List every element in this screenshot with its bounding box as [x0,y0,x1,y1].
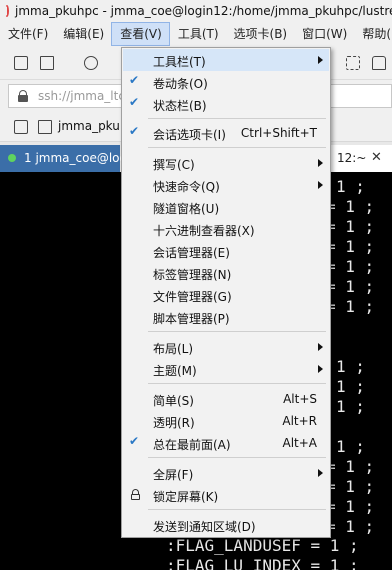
open-external-icon[interactable] [38,120,52,134]
menu-item-session-tabs[interactable]: ✔ 会话选项卡(I) Ctrl+Shift+T [123,122,329,144]
menu-item-script-manager[interactable]: 脚本管理器(P) [123,306,329,328]
submenu-arrow-icon [318,56,323,64]
checkmark-icon: ✔ [129,124,140,138]
terminal-line: = 1 ; [326,517,375,536]
tab-label: 1 jmma_coe@log [24,151,128,165]
address-value: ssh://jmma_ltc [38,89,125,103]
title-bar: jmma_pkuhpc - jmma_coe@login12:/home/jmm… [0,0,392,22]
menu-item-send-to-tray[interactable]: 发送到通知区域(D) [123,514,329,536]
menu-item-toolbar[interactable]: 工具栏(T) [123,49,329,71]
menu-item-hex-viewer[interactable]: 十六进制查看器(X) [123,218,329,240]
link-icon[interactable] [84,56,98,70]
terminal-line: :FLAG_LANDUSEF = 1 ; [166,536,359,555]
menu-item-tunnel-pane[interactable]: 隧道窗格(U) [123,196,329,218]
submenu-arrow-icon [318,365,323,373]
menu-item-session-manager[interactable]: 会话管理器(E) [123,240,329,262]
terminal-line: :FLAG_LU_INDEX = 1 ; [166,556,359,570]
menu-tabs[interactable]: 选项卡(B) [226,22,295,46]
terminal-line: 1 ; [336,177,365,196]
fullscreen-icon[interactable] [346,56,360,70]
window-title: jmma_pkuhpc - jmma_coe@login12:/home/jmm… [15,4,392,18]
menu-separator [148,331,326,332]
menu-item-lock-screen[interactable]: 锁定屏幕(K) [123,484,329,506]
terminal-line: = 1 ; [326,457,375,476]
menu-item-quick-commands[interactable]: 快速命令(Q) [123,174,329,196]
menu-view[interactable]: 查看(V) [111,22,170,46]
checkmark-icon: ✔ [129,73,140,87]
terminal-line: = 1 ; [326,477,375,496]
menu-separator [148,457,326,458]
menu-file[interactable]: 文件(F) [0,22,55,46]
menu-edit[interactable]: 编辑(E) [55,22,111,46]
session-link[interactable]: jmma_pkul [58,119,123,133]
menu-item-layout[interactable]: 布局(L) [123,336,329,358]
tab-label: 12:~ [337,151,367,165]
menu-item-scrollbar[interactable]: ✔ 卷动条(O) [123,71,329,93]
menu-item-fullscreen[interactable]: 全屏(F) [123,462,329,484]
menu-help[interactable]: 帮助( [354,22,392,46]
submenu-arrow-icon [318,159,323,167]
menu-separator [148,383,326,384]
tab-session-2[interactable]: 12:~ ✕ [328,145,392,172]
terminal-line: 1 ; [336,357,365,376]
folder-icon[interactable] [40,56,54,70]
menu-item-file-manager[interactable]: 文件管理器(G) [123,284,329,306]
menu-tools[interactable]: 工具(T) [170,22,226,46]
menu-item-always-on-top[interactable]: ✔ 总在最前面(A) Alt+A [123,432,329,454]
terminal-line: = 1 ; [326,497,375,516]
checkmark-icon: ✔ [129,95,140,109]
close-icon[interactable]: ✕ [371,150,382,165]
terminal-line: = 1 ; [326,217,375,236]
submenu-arrow-icon [318,343,323,351]
submenu-arrow-icon [318,181,323,189]
tab-session-1[interactable]: 1 jmma_coe@log [0,145,127,172]
menu-item-statusbar[interactable]: ✔ 状态栏(B) [123,93,329,115]
menu-item-transparent[interactable]: 透明(R) Alt+R [123,410,329,432]
terminal-line: = 1 ; [326,297,375,316]
connected-status-icon [8,154,16,162]
menu-item-compose[interactable]: 撰写(C) [123,152,329,174]
terminal-line: = 1 ; [326,237,375,256]
submenu-arrow-icon [318,469,323,477]
terminal-line: = 1 ; [326,257,375,276]
menu-separator [148,147,326,148]
menu-item-theme[interactable]: 主题(M) [123,358,329,380]
terminal-line: 1 ; [336,397,365,416]
terminal-line: = 1 ; [326,277,375,296]
terminal-line: 1 ; [336,377,365,396]
lock-icon [18,90,28,102]
app-logo-icon [5,5,9,17]
lock-icon [131,489,140,500]
new-session-icon[interactable] [14,56,28,70]
lock-icon[interactable] [372,56,386,70]
checkmark-icon: ✔ [129,434,140,448]
menu-item-simple[interactable]: 简单(S) Alt+S [123,388,329,410]
session-list-icon[interactable] [14,120,28,134]
terminal-line: 1 ; [336,437,365,456]
menu-window[interactable]: 窗口(W) [294,22,354,46]
view-menu-dropdown: 工具栏(T) ✔ 卷动条(O) ✔ 状态栏(B) ✔ 会话选项卡(I) Ctrl… [121,47,331,538]
terminal-line: = 1 ; [326,197,375,216]
menu-separator [148,509,326,510]
menu-bar: 文件(F) 编辑(E) 查看(V) 工具(T) 选项卡(B) 窗口(W) 帮助( [0,22,392,46]
menu-separator [148,118,326,119]
menu-item-tab-manager[interactable]: 标签管理器(N) [123,262,329,284]
